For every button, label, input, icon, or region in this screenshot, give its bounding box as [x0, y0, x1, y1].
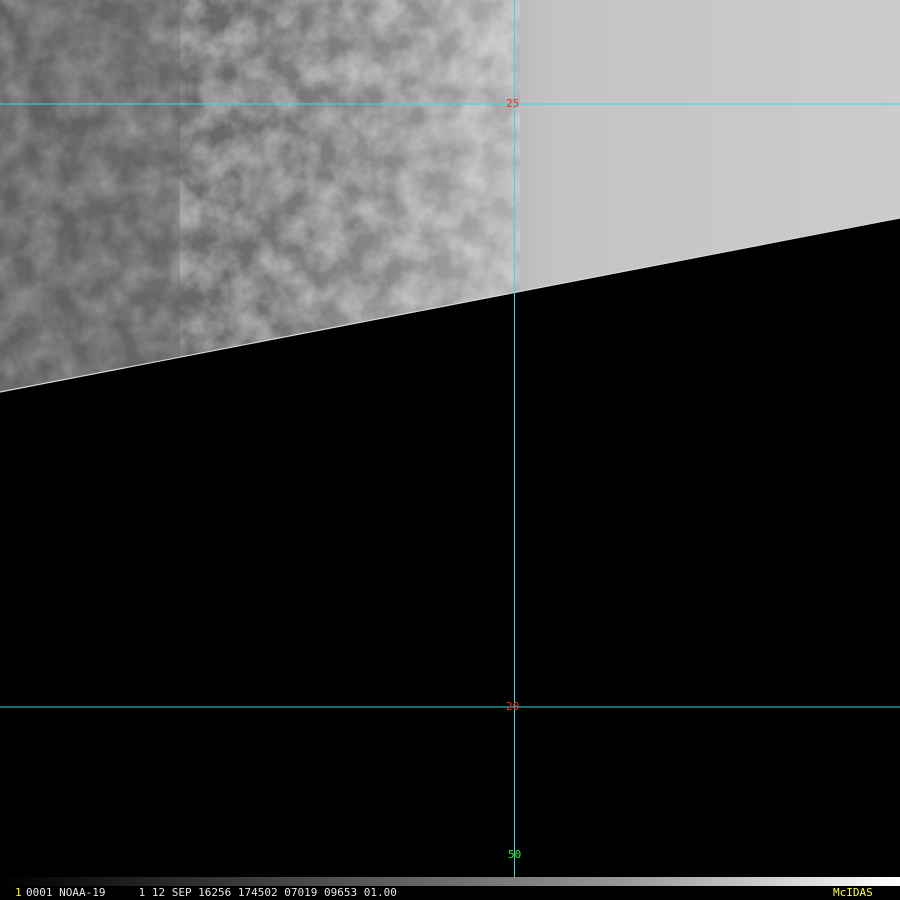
frame-info-text: 0001 NOAA-19 1 12 SEP 16256 174502 07019… — [26, 886, 397, 899]
satellite-imagery — [0, 0, 900, 900]
grayscale-ramp — [0, 877, 900, 886]
longitude-label-50: 50 — [508, 848, 522, 861]
frame-number: 1 — [15, 886, 22, 899]
latitude-label-20: 20 — [506, 700, 520, 713]
latitude-label-25: 25 — [506, 97, 520, 110]
mcidas-label: McIDAS — [833, 886, 873, 899]
